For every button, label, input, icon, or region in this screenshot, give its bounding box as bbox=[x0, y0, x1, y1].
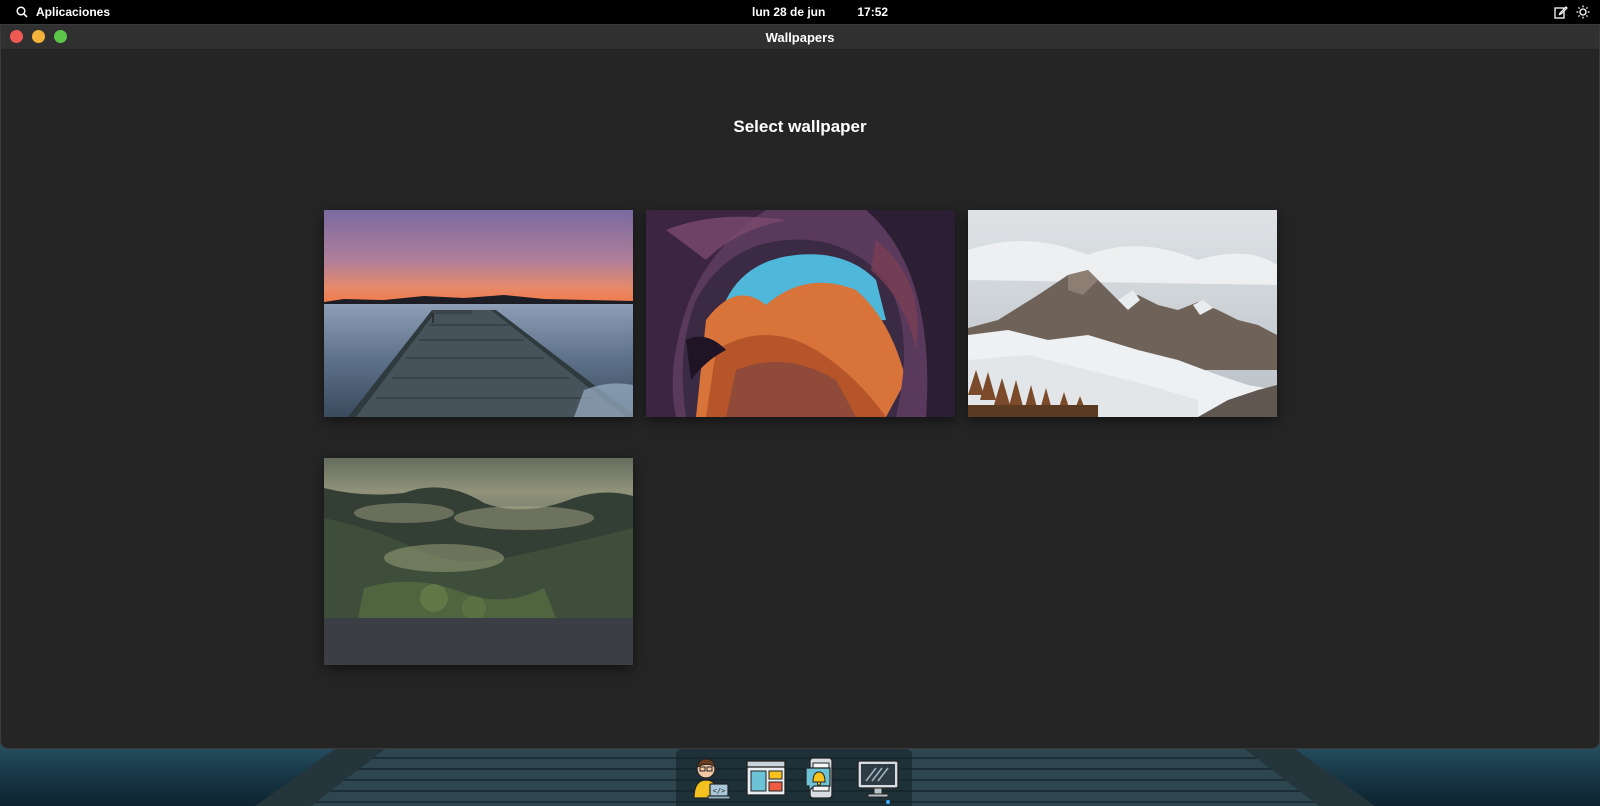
display-app-icon[interactable] bbox=[856, 756, 900, 800]
date-text: lun 28 de jun bbox=[752, 5, 826, 19]
close-button[interactable] bbox=[10, 30, 23, 43]
clock[interactable]: lun 28 de jun 17:52 bbox=[752, 0, 888, 24]
page-title: Select wallpaper bbox=[733, 117, 867, 136]
svg-text:</>: </> bbox=[713, 787, 726, 795]
search-icon bbox=[16, 6, 28, 18]
notifications-app-icon[interactable] bbox=[800, 756, 844, 800]
minimize-button[interactable] bbox=[32, 30, 45, 43]
wallpaper-canyon[interactable] bbox=[646, 210, 955, 417]
edit-icon[interactable] bbox=[1554, 5, 1568, 19]
dock-active-indicator bbox=[886, 800, 890, 804]
layout-app-icon[interactable] bbox=[744, 756, 788, 800]
developer-app-icon[interactable]: </> bbox=[688, 756, 732, 800]
applications-label: Aplicaciones bbox=[36, 5, 111, 19]
top-bar: Aplicaciones lun 28 de jun 17:52 bbox=[0, 0, 1600, 24]
time-text: 17:52 bbox=[857, 5, 889, 19]
wallpaper-mountains[interactable] bbox=[968, 210, 1277, 417]
wallpaper-pier-sunset[interactable] bbox=[324, 210, 633, 417]
maximize-button[interactable] bbox=[54, 30, 67, 43]
wallpaper-misty-forest[interactable] bbox=[324, 458, 633, 665]
applications-menu[interactable]: Aplicaciones bbox=[16, 0, 110, 24]
brightness-icon[interactable] bbox=[1576, 5, 1590, 19]
window-titlebar[interactable]: Wallpapers bbox=[1, 25, 1599, 49]
dock: </> bbox=[676, 749, 912, 806]
wallpapers-window: Wallpapers Select wallpaper bbox=[0, 24, 1600, 749]
window-title: Wallpapers bbox=[765, 29, 835, 45]
